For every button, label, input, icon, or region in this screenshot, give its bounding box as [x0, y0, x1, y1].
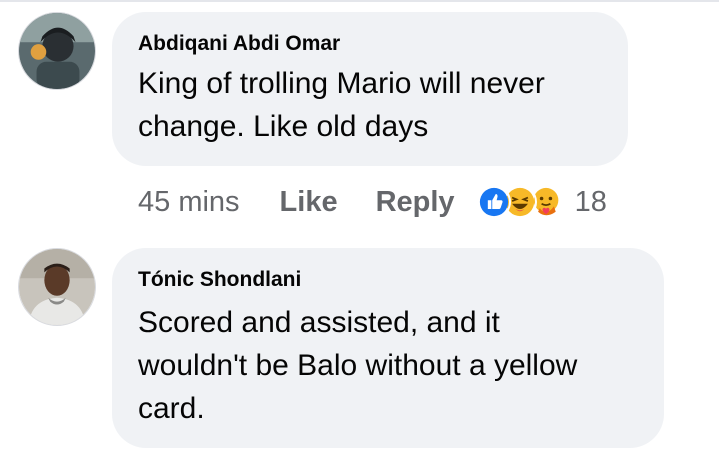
avatar-image	[19, 13, 95, 89]
comment-text-line: King of trolling Mario will never	[138, 67, 545, 100]
comment-text-line: card.	[138, 392, 205, 425]
comment-author[interactable]: Tónic Shondlani	[138, 268, 301, 292]
comment-text-line: wouldn't be Balo without a yellow	[138, 349, 578, 382]
comment-bubble: Tónic Shondlani Scored and assisted, and…	[112, 248, 664, 448]
comment-actions: 45 mins Like Reply 18	[138, 182, 607, 222]
avatar[interactable]	[18, 248, 96, 326]
top-divider	[0, 0, 719, 2]
comment-author[interactable]: Abdiqani Abdi Omar	[138, 32, 340, 56]
comment-bubble: Abdiqani Abdi Omar King of trolling Mari…	[112, 12, 628, 166]
comment-text-line: Scored and assisted, and it	[138, 306, 500, 339]
reaction-count[interactable]: 18	[575, 186, 607, 219]
avatar-image	[19, 249, 95, 325]
reaction-summary[interactable]	[476, 185, 563, 219]
avatar[interactable]	[18, 12, 96, 90]
comment-text-line: change. Like old days	[138, 110, 429, 143]
comment-timestamp[interactable]: 45 mins	[138, 186, 240, 219]
reply-button[interactable]: Reply	[376, 186, 455, 219]
like-button[interactable]: Like	[280, 186, 338, 219]
like-icon	[476, 185, 511, 219]
